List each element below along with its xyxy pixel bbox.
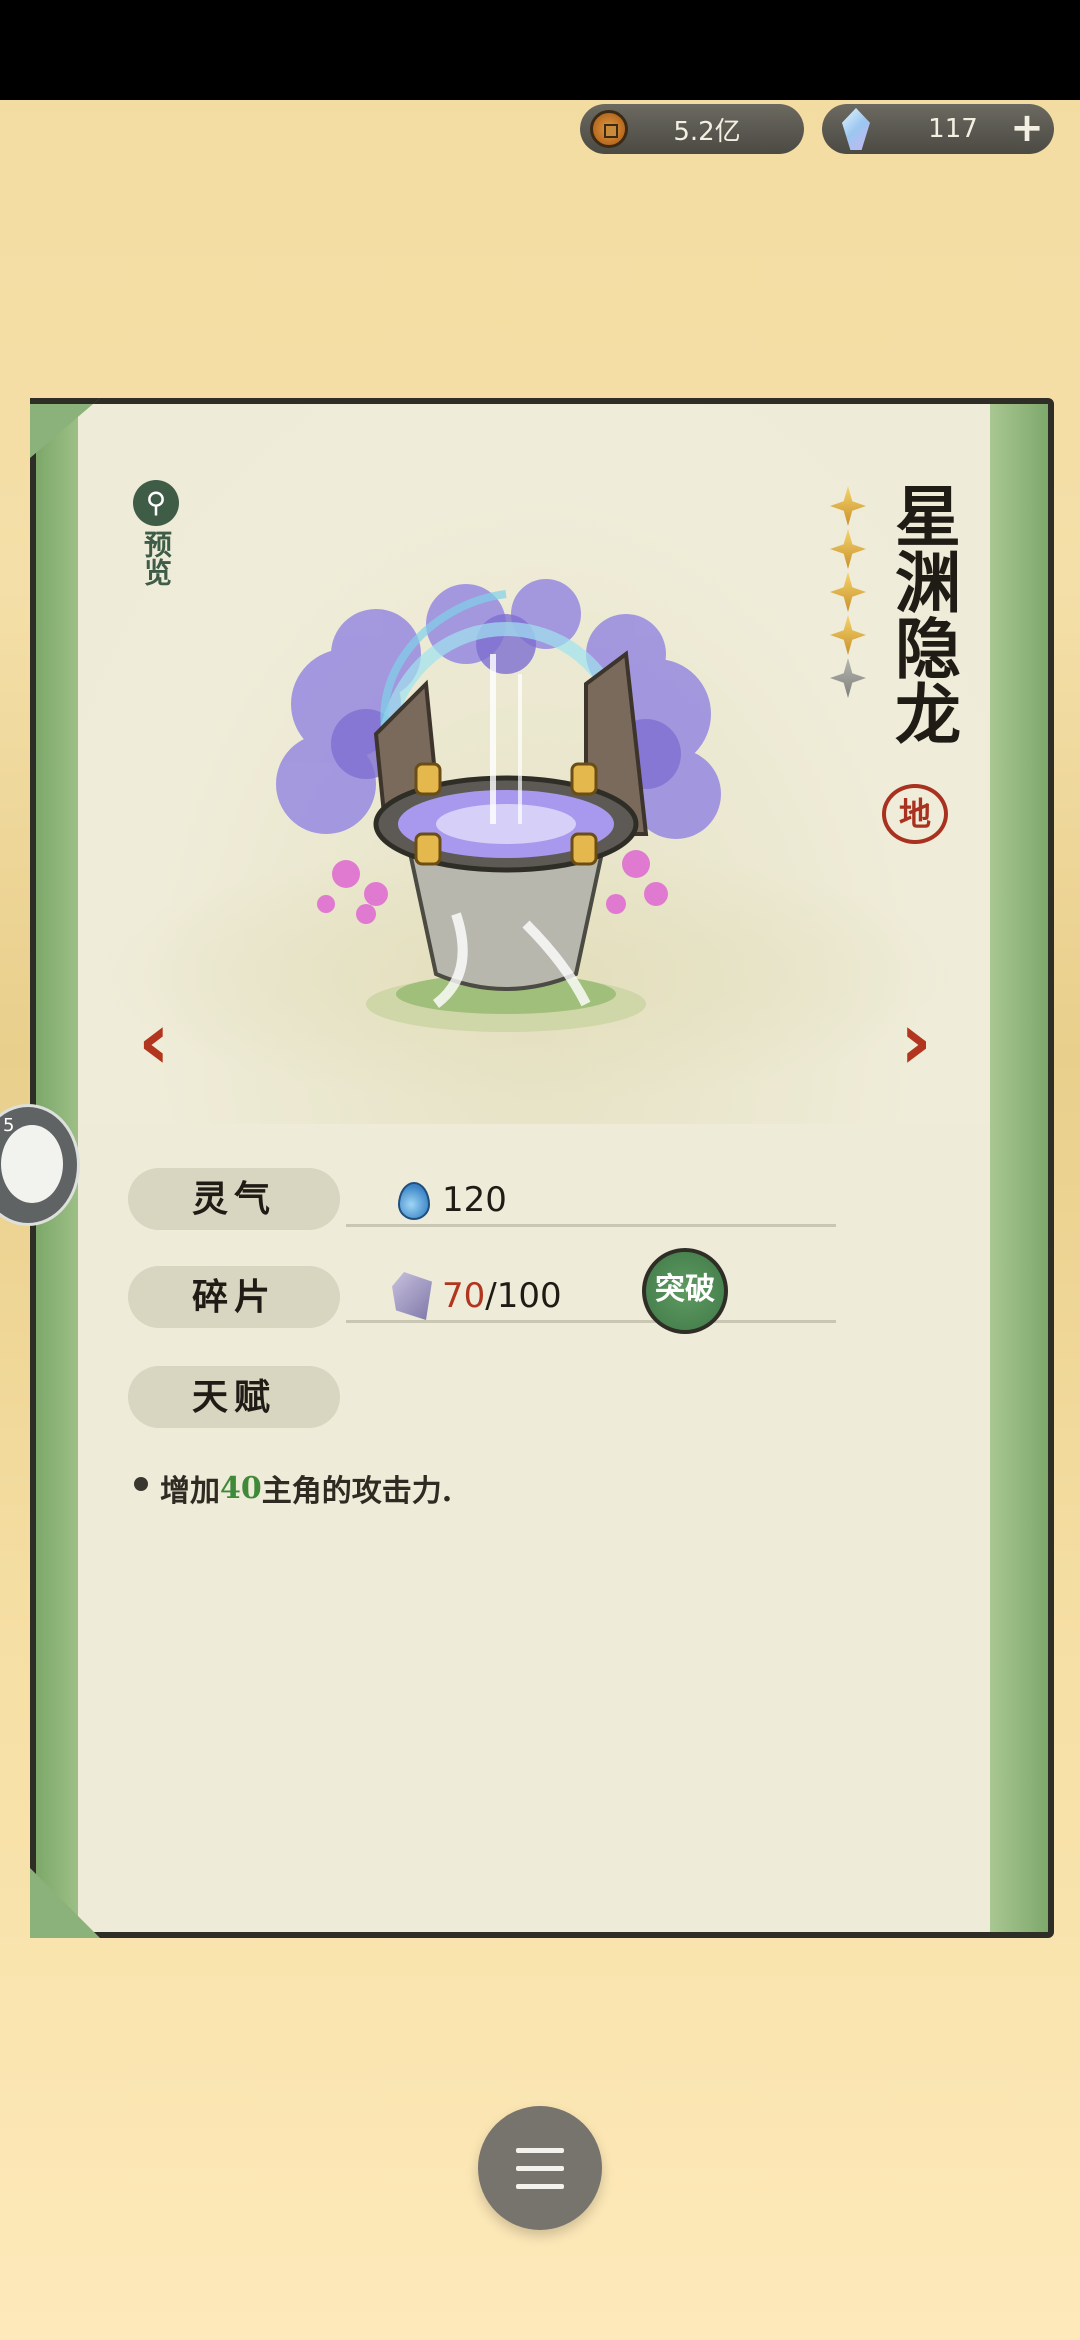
star-rating bbox=[826, 484, 870, 701]
fragment-total: /100 bbox=[485, 1276, 562, 1316]
magnifier-icon: ⚲ bbox=[133, 480, 179, 526]
item-title: 星渊隐龙 bbox=[884, 482, 962, 746]
crystal-icon bbox=[842, 108, 870, 150]
menu-button[interactable] bbox=[478, 2106, 602, 2230]
hamburger-icon bbox=[516, 2184, 564, 2189]
hamburger-icon bbox=[516, 2148, 564, 2153]
bullet-icon bbox=[134, 1477, 148, 1491]
star-empty-icon bbox=[830, 658, 866, 698]
coin-counter: 5.2亿 bbox=[580, 104, 804, 154]
preview-button[interactable]: ⚲ 预览 bbox=[131, 480, 181, 586]
assistant-avatar-icon bbox=[1, 1125, 63, 1203]
star-filled-icon bbox=[830, 572, 866, 612]
divider bbox=[346, 1224, 836, 1227]
spirit-value: 120 bbox=[442, 1180, 507, 1220]
talent-label: 天赋 bbox=[128, 1366, 340, 1428]
dragon-fountain-artwork bbox=[276, 579, 721, 1032]
fragment-current: 70 bbox=[442, 1276, 486, 1316]
previous-item-button[interactable]: ‹ bbox=[124, 1003, 184, 1084]
status-bar bbox=[0, 0, 1080, 100]
scroll-right-edge bbox=[990, 404, 1048, 1932]
spirit-label: 灵气 bbox=[128, 1168, 340, 1230]
copper-coin-icon bbox=[590, 110, 628, 148]
talent-value: 40 bbox=[220, 1470, 262, 1506]
fragment-icon bbox=[392, 1272, 432, 1320]
gem-amount: 117 bbox=[928, 114, 978, 144]
gem-counter: 117 + bbox=[822, 104, 1054, 154]
preview-label: 预览 bbox=[140, 530, 173, 586]
star-filled-icon bbox=[830, 486, 866, 526]
hamburger-icon bbox=[516, 2166, 564, 2171]
next-item-button[interactable]: › bbox=[886, 1003, 946, 1084]
talent-prefix: 增加 bbox=[160, 1474, 220, 1509]
coin-amount: 5.2亿 bbox=[673, 116, 741, 147]
grade-seal: 地 bbox=[882, 784, 948, 844]
star-filled-icon bbox=[830, 529, 866, 569]
talent-suffix: 主角的攻击力. bbox=[261, 1474, 453, 1509]
add-gems-button[interactable]: + bbox=[1008, 108, 1046, 148]
fragment-label: 碎片 bbox=[128, 1266, 340, 1328]
talent-description: 增加 40 主角的攻击力. bbox=[134, 1466, 452, 1510]
breakthrough-button[interactable]: 突破 bbox=[642, 1248, 728, 1334]
divider bbox=[346, 1320, 836, 1323]
item-detail-scroll: ⚲ 预览 星渊隐龙 地 ‹ › 灵气 120 碎片 70/100 突破 天赋 增… bbox=[30, 398, 1054, 1938]
spirit-drop-icon bbox=[398, 1182, 430, 1220]
fragment-progress: 70/100 bbox=[442, 1276, 562, 1316]
star-filled-icon bbox=[830, 615, 866, 655]
